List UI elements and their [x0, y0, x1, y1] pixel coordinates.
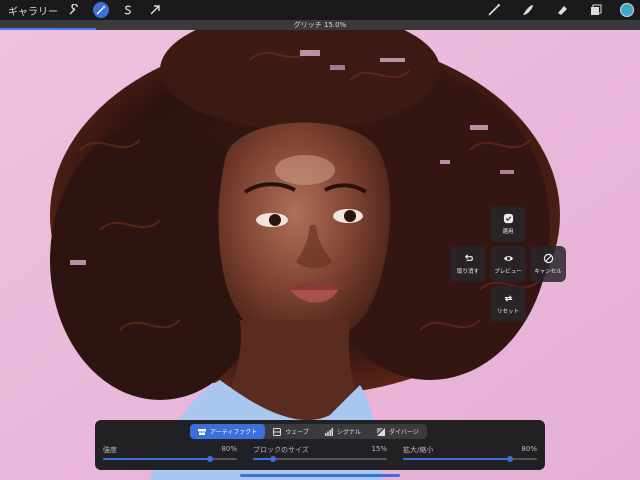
- apply-label: 適用: [502, 229, 514, 235]
- zoom-slider[interactable]: [403, 456, 537, 462]
- status-text: グリッチ 15.0%: [293, 21, 347, 29]
- home-indicator: [240, 474, 400, 477]
- eraser-icon[interactable]: [554, 2, 570, 18]
- block-size-value: 15%: [371, 445, 387, 453]
- tab-wave-label: ウェーブ: [285, 429, 309, 436]
- diverge-icon: [376, 427, 385, 436]
- intensity-slider-knob[interactable]: [207, 456, 214, 462]
- gallery-button[interactable]: ギャラリー: [8, 3, 58, 18]
- zoom-slider-knob[interactable]: [507, 456, 514, 462]
- tab-diverge-label: ダイバージ: [388, 429, 419, 436]
- magic-wand-icon[interactable]: [93, 2, 109, 18]
- undo-icon: [464, 254, 473, 261]
- tab-wave[interactable]: ウェーブ: [265, 424, 317, 439]
- artifact-icon: [198, 428, 206, 435]
- intensity-value: 80%: [221, 445, 237, 453]
- eye-icon: [503, 256, 513, 261]
- right-tools: [468, 0, 640, 20]
- reset-label: リセット: [496, 309, 519, 315]
- cancel-icon: [543, 253, 553, 264]
- tab-signal[interactable]: シグナル: [317, 424, 369, 439]
- brush-icon[interactable]: [486, 2, 502, 18]
- zoom-value: 80%: [521, 445, 537, 453]
- layers-icon[interactable]: [588, 2, 604, 18]
- block-size-label: ブロックのサイズ: [253, 446, 309, 454]
- smudge-icon[interactable]: [520, 2, 536, 18]
- intensity-slider[interactable]: [103, 456, 237, 462]
- status-strip: グリッチ 15.0%: [0, 20, 640, 30]
- block-size-slider[interactable]: [253, 456, 387, 462]
- signal-icon: [324, 427, 333, 436]
- preview-label: プレビュー: [494, 269, 522, 275]
- preview-button[interactable]: プレビュー: [490, 246, 526, 282]
- effect-tabs: アーティファクト ウェーブ シグナル ダイバージ: [190, 424, 427, 439]
- cancel-label: キャンセル: [534, 269, 562, 275]
- tab-signal-label: シグナル: [336, 429, 361, 436]
- reset-icon: [504, 295, 512, 302]
- transform-arrow-icon[interactable]: [147, 2, 163, 18]
- cancel-button[interactable]: キャンセル: [530, 246, 566, 282]
- tab-diverge[interactable]: ダイバージ: [369, 424, 427, 439]
- wrench-icon[interactable]: [66, 2, 82, 18]
- zoom-slider-fill: [403, 458, 511, 460]
- intensity-label: 強度: [103, 446, 117, 454]
- intensity-slider-fill: [103, 458, 211, 460]
- tab-artifact-label: アーティファクト: [210, 429, 258, 436]
- wave-icon: [273, 427, 282, 436]
- top-toolbar: ギャラリー: [0, 0, 640, 20]
- block-size-slider-knob[interactable]: [270, 456, 277, 462]
- zoom-label: 拡大/縮小: [403, 446, 434, 454]
- tab-artifact[interactable]: アーティファクト: [190, 424, 266, 439]
- checkmark-icon: [503, 213, 513, 224]
- undo-button[interactable]: 取り消す: [450, 246, 486, 282]
- color-swatch[interactable]: [620, 3, 634, 17]
- glitch-settings-panel: アーティファクト ウェーブ シグナル ダイバージ 強度 80% ブロックのサイズ…: [95, 420, 545, 470]
- apply-button[interactable]: 適用: [490, 206, 526, 242]
- selection-s-icon[interactable]: [120, 2, 136, 18]
- reset-button[interactable]: リセット: [490, 286, 526, 322]
- undo-label: 取り消す: [456, 269, 479, 275]
